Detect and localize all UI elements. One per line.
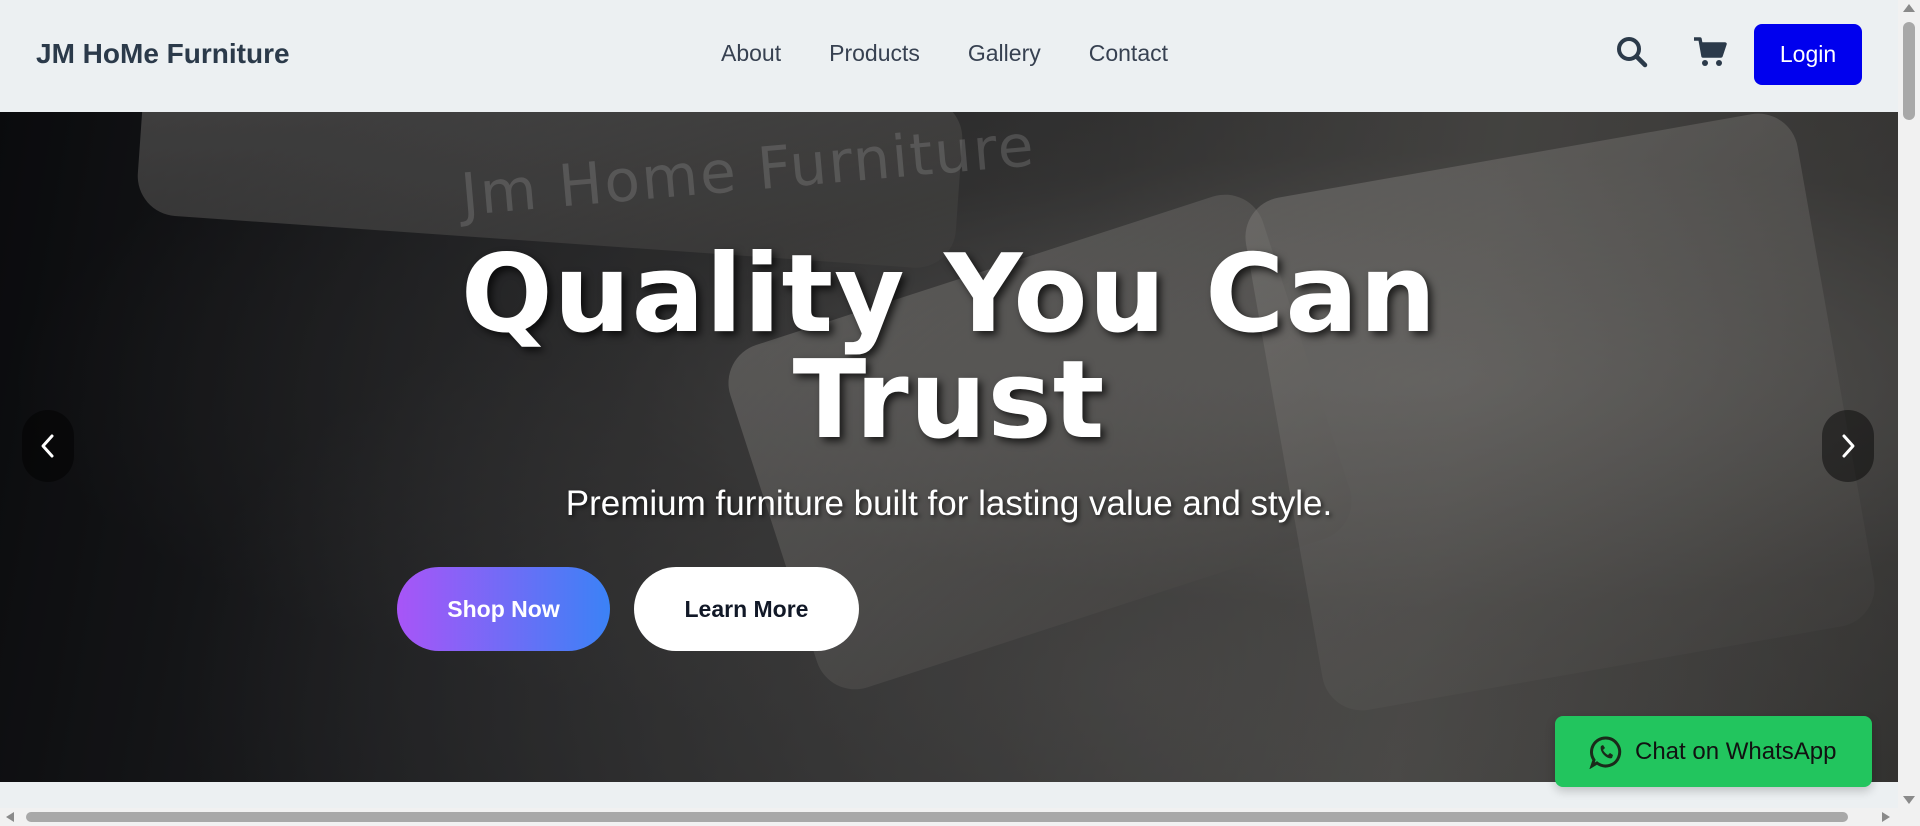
shop-now-button[interactable]: Shop Now [397, 567, 610, 651]
horizontal-scrollbar[interactable] [0, 808, 1898, 826]
whatsapp-label: Chat on WhatsApp [1635, 737, 1837, 765]
horizontal-scroll-thumb[interactable] [26, 812, 1848, 822]
main-nav: About Products Gallery Contact [721, 40, 1168, 67]
site-header: JM HoMe Furniture About Products Gallery… [0, 0, 1898, 112]
hero-subtitle: Premium furniture built for lasting valu… [565, 484, 1333, 523]
nav-products[interactable]: Products [829, 40, 920, 67]
scroll-down-arrow-icon[interactable] [1903, 796, 1915, 804]
learn-more-button[interactable]: Learn More [634, 567, 859, 651]
nav-gallery[interactable]: Gallery [968, 40, 1041, 67]
scroll-left-arrow-icon[interactable] [6, 812, 14, 822]
chevron-left-icon [41, 434, 54, 458]
carousel-next-button[interactable] [1822, 410, 1874, 482]
headline-line-2: Trust [792, 338, 1106, 463]
vertical-scroll-thumb[interactable] [1903, 22, 1915, 120]
whatsapp-icon [1589, 735, 1622, 769]
login-button[interactable]: Login [1754, 24, 1862, 85]
scroll-up-arrow-icon[interactable] [1903, 4, 1915, 12]
scroll-right-arrow-icon[interactable] [1882, 812, 1890, 822]
hero-headline: Quality You Can Trust [0, 241, 1898, 455]
chevron-right-icon [1842, 434, 1855, 458]
carousel-prev-button[interactable] [22, 410, 74, 482]
nav-about[interactable]: About [721, 40, 781, 67]
hero-carousel: Jm Home Furniture Quality You Can Trust … [0, 112, 1898, 782]
nav-contact[interactable]: Contact [1089, 40, 1168, 67]
whatsapp-chat-button[interactable]: Chat on WhatsApp [1555, 716, 1872, 787]
brand-logo[interactable]: JM HoMe Furniture [36, 38, 290, 70]
vertical-scrollbar[interactable] [1898, 0, 1920, 826]
cart-icon[interactable] [1692, 34, 1732, 74]
search-icon[interactable] [1614, 34, 1654, 74]
